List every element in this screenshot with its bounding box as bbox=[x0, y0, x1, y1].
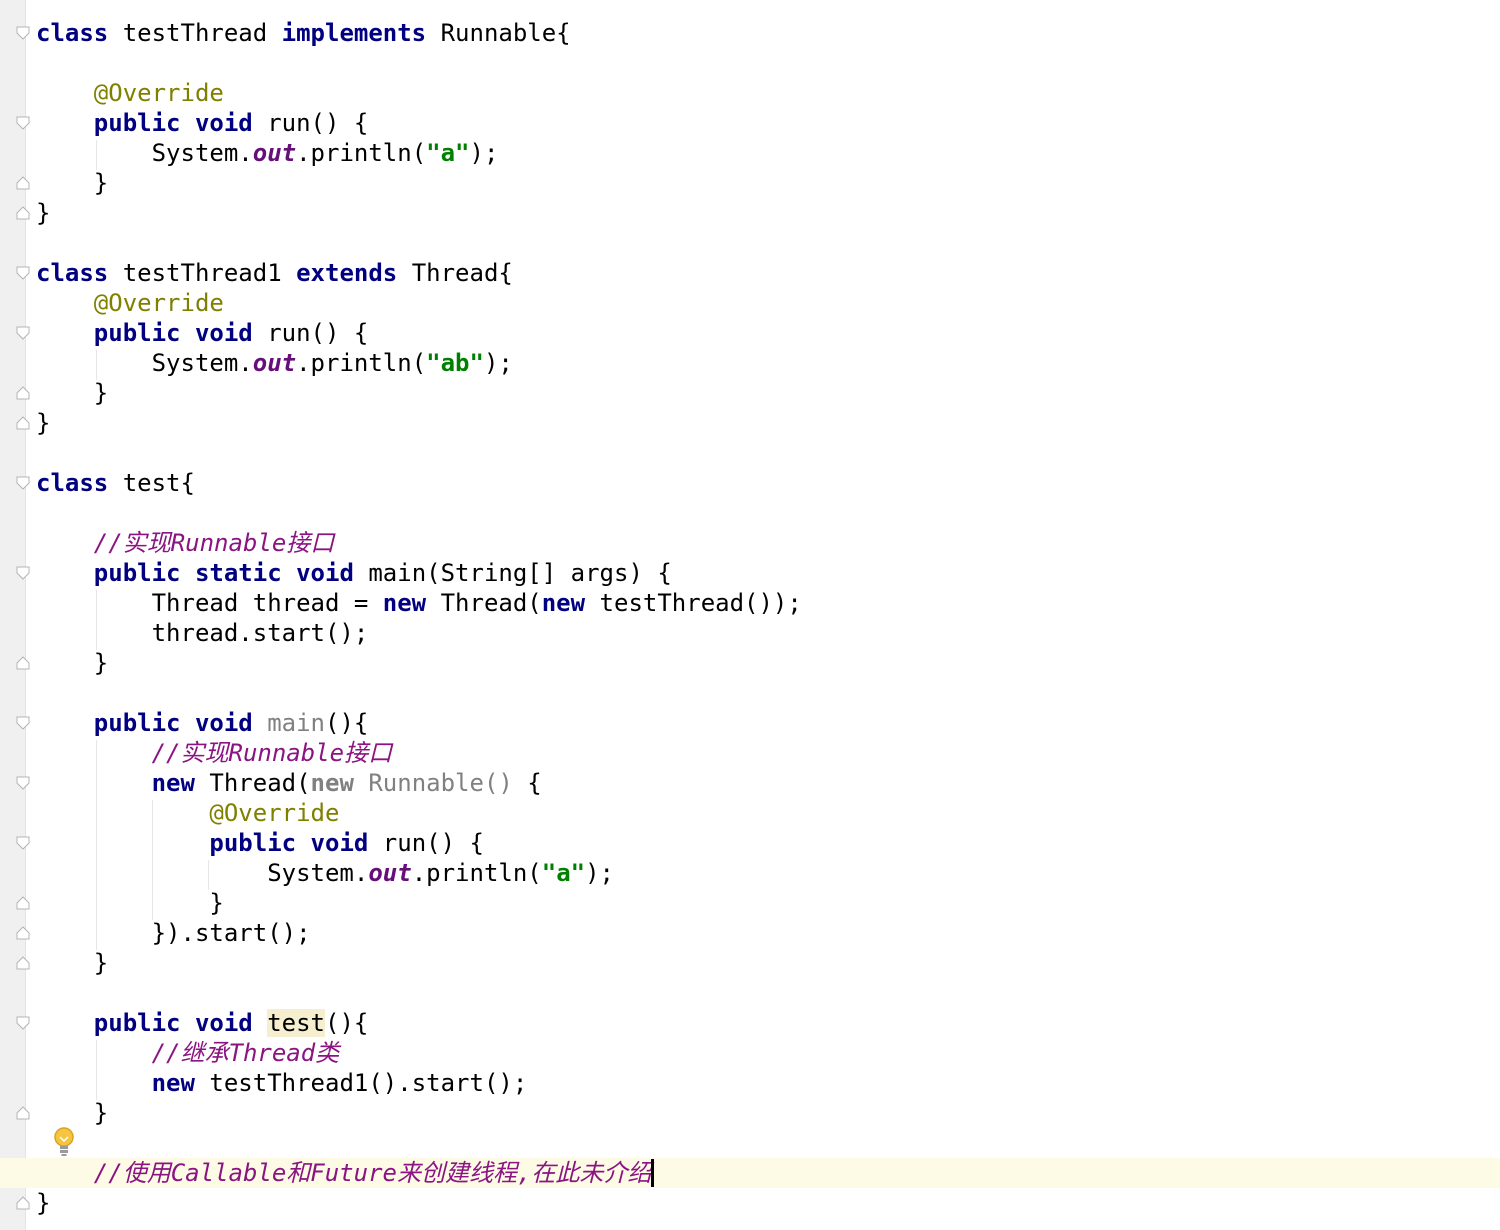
static-field: out bbox=[252, 139, 297, 167]
code-line[interactable]: System.out.println("ab"); bbox=[36, 348, 1500, 378]
fold-close-icon[interactable] bbox=[16, 896, 30, 910]
fold-close-icon[interactable] bbox=[16, 386, 30, 400]
code-text: run() { bbox=[252, 109, 369, 137]
code-editor[interactable]: class testThread implements Runnable{ @O… bbox=[0, 0, 1500, 1230]
keyword: public bbox=[93, 559, 181, 587]
keyword: new bbox=[151, 769, 195, 797]
fold-open-icon[interactable] bbox=[16, 476, 30, 490]
fold-open-icon[interactable] bbox=[16, 266, 30, 280]
comment: //实现Runnable接口 bbox=[93, 529, 335, 557]
code-line[interactable]: System.out.println("a"); bbox=[36, 858, 1500, 888]
code-line[interactable]: new testThread1().start(); bbox=[36, 1068, 1500, 1098]
code-line[interactable]: @Override bbox=[36, 78, 1500, 108]
dimmed-keyword: new bbox=[310, 769, 354, 797]
fold-open-icon[interactable] bbox=[16, 776, 30, 790]
static-field: out bbox=[368, 859, 412, 887]
fold-open-icon[interactable] bbox=[16, 716, 30, 730]
comment: //实现Runnable接口 bbox=[151, 739, 393, 767]
code-line[interactable]: } bbox=[36, 888, 1500, 918]
string-literal: "ab" bbox=[426, 349, 484, 377]
keyword: void bbox=[194, 1009, 253, 1037]
fold-open-icon[interactable] bbox=[16, 26, 30, 40]
code-line[interactable]: //实现Runnable接口 bbox=[36, 738, 1500, 768]
fold-close-icon[interactable] bbox=[16, 1196, 30, 1210]
fold-open-icon[interactable] bbox=[16, 326, 30, 340]
code-line[interactable]: class testThread implements Runnable{ bbox=[36, 18, 1500, 48]
code-line[interactable]: thread.start(); bbox=[36, 618, 1500, 648]
code-line[interactable]: }).start(); bbox=[36, 918, 1500, 948]
code-text: testThread bbox=[108, 19, 282, 47]
code-line[interactable]: public static void main(String[] args) { bbox=[36, 558, 1500, 588]
fold-close-icon[interactable] bbox=[16, 176, 30, 190]
annotation: @Override bbox=[93, 289, 224, 317]
code-line[interactable]: } bbox=[36, 1098, 1500, 1128]
keyword: class bbox=[36, 469, 109, 497]
static-field: out bbox=[252, 349, 297, 377]
code-line[interactable]: class test{ bbox=[36, 468, 1500, 498]
code-line[interactable]: } bbox=[36, 948, 1500, 978]
fold-open-icon[interactable] bbox=[16, 566, 30, 580]
string-literal: "a" bbox=[426, 139, 470, 167]
keyword: new bbox=[151, 1069, 195, 1097]
keyword: implements bbox=[281, 19, 427, 47]
text-caret bbox=[651, 1159, 655, 1187]
comment: //继承Thread类 bbox=[151, 1039, 340, 1067]
keyword: public bbox=[93, 709, 181, 737]
code-line[interactable]: @Override bbox=[36, 288, 1500, 318]
current-code-line[interactable]: //使用Callable和Future来创建线程,在此未介绍 bbox=[0, 1158, 1500, 1188]
code-line[interactable]: new Thread(new Runnable() { bbox=[36, 768, 1500, 798]
annotation: @Override bbox=[209, 799, 340, 827]
fold-close-icon[interactable] bbox=[16, 1106, 30, 1120]
fold-close-icon[interactable] bbox=[16, 956, 30, 970]
keyword: public bbox=[93, 1009, 181, 1037]
lightbulb-icon[interactable] bbox=[52, 1126, 76, 1158]
comment: //使用Callable和Future来创建线程,在此未介绍 bbox=[93, 1159, 652, 1187]
keyword: new bbox=[541, 589, 586, 617]
code-line[interactable]: } bbox=[36, 168, 1500, 198]
keyword: void bbox=[296, 559, 354, 587]
highlighted-identifier: test bbox=[267, 1009, 325, 1037]
code-line[interactable]: } bbox=[36, 378, 1500, 408]
string-literal: "a" bbox=[541, 859, 586, 887]
code-line[interactable]: } bbox=[36, 648, 1500, 678]
code-line[interactable]: } bbox=[36, 408, 1500, 438]
code-line[interactable]: @Override bbox=[36, 798, 1500, 828]
keyword: static bbox=[194, 559, 282, 587]
dimmed-code: Runnable() bbox=[353, 769, 513, 797]
keyword: public bbox=[209, 829, 297, 857]
fold-close-icon[interactable] bbox=[16, 416, 30, 430]
keyword: public bbox=[93, 319, 181, 347]
keyword: void bbox=[194, 709, 253, 737]
code-line[interactable]: System.out.println("a"); bbox=[36, 138, 1500, 168]
keyword: void bbox=[194, 109, 253, 137]
code-line[interactable]: public void run() { bbox=[36, 318, 1500, 348]
code-line[interactable]: //继承Thread类 bbox=[36, 1038, 1500, 1068]
keyword: class bbox=[36, 19, 109, 47]
code-line[interactable]: public void main(){ bbox=[36, 708, 1500, 738]
keyword: void bbox=[310, 829, 369, 857]
code-line[interactable]: class testThread1 extends Thread{ bbox=[36, 258, 1500, 288]
fold-open-icon[interactable] bbox=[16, 116, 30, 130]
unused-method-name: main bbox=[267, 709, 325, 737]
fold-open-icon[interactable] bbox=[16, 1016, 30, 1030]
code-line[interactable]: //实现Runnable接口 bbox=[36, 528, 1500, 558]
fold-close-icon[interactable] bbox=[16, 656, 30, 670]
code-line[interactable]: public void run() { bbox=[36, 108, 1500, 138]
fold-open-icon[interactable] bbox=[16, 836, 30, 850]
annotation: @Override bbox=[93, 79, 224, 107]
keyword: public bbox=[93, 109, 181, 137]
fold-close-icon[interactable] bbox=[16, 926, 30, 940]
code-text: Runnable{ bbox=[426, 19, 571, 47]
code-line[interactable]: public void test(){ bbox=[36, 1008, 1500, 1038]
keyword: extends bbox=[296, 259, 398, 287]
fold-close-icon[interactable] bbox=[16, 206, 30, 220]
keyword: class bbox=[36, 259, 109, 287]
code-line[interactable]: Thread thread = new Thread(new testThrea… bbox=[36, 588, 1500, 618]
keyword: new bbox=[382, 589, 427, 617]
code-line[interactable]: } bbox=[36, 1188, 1500, 1218]
code-line[interactable]: } bbox=[36, 198, 1500, 228]
keyword: void bbox=[194, 319, 253, 347]
code-line[interactable]: public void run() { bbox=[36, 828, 1500, 858]
